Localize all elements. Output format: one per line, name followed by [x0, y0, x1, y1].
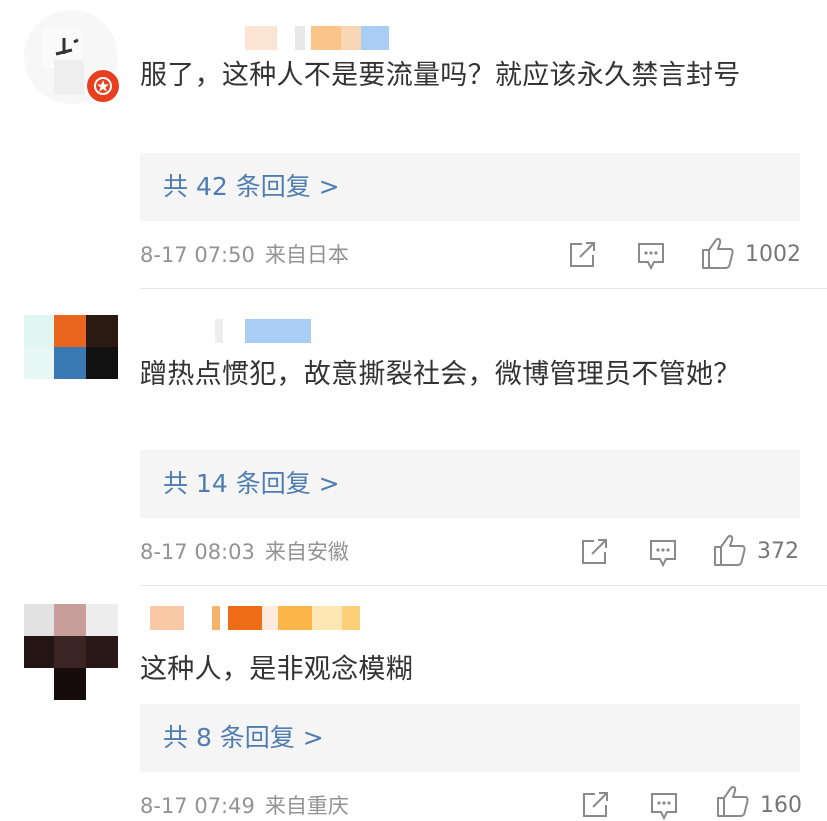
- timestamp: 8-17 07:50: [140, 243, 255, 267]
- reply-count-label: 共 42 条回复 >: [163, 172, 340, 201]
- verified-badge-icon: [85, 68, 121, 104]
- share-icon[interactable]: [580, 538, 610, 566]
- timestamp: 8-17 08:03: [140, 540, 255, 564]
- view-replies-button[interactable]: 共 14 条回复 >: [140, 450, 800, 518]
- location-label: 来自安徽: [264, 540, 349, 564]
- comment-text: 这种人，是非观念模糊: [140, 654, 413, 685]
- like-count: 160: [760, 793, 802, 818]
- comment-meta: 8-17 07:50 来自日本: [140, 240, 349, 270]
- reply-count-label: 共 14 条回复 >: [163, 469, 340, 498]
- avatar[interactable]: [24, 315, 118, 409]
- comment-icon[interactable]: [636, 241, 666, 271]
- comment-icon[interactable]: [649, 791, 679, 821]
- comment-text: 服了，这种人不是要流量吗？就应该永久禁言封号: [140, 60, 741, 91]
- thumbs-up-icon[interactable]: [713, 533, 747, 567]
- view-replies-button[interactable]: 共 42 条回复 >: [140, 153, 800, 221]
- comment-meta: 8-17 08:03 来自安徽: [140, 537, 349, 567]
- location-label: 来自重庆: [264, 794, 349, 818]
- comment-icon[interactable]: [648, 538, 678, 568]
- share-icon[interactable]: [581, 791, 611, 819]
- location-label: 来自日本: [264, 243, 349, 267]
- comment-item: 这种人，是非观念模糊 共 8 条回复 > 8-17 07:49 来自重庆 160: [0, 586, 827, 821]
- view-replies-button[interactable]: 共 8 条回复 >: [140, 704, 800, 772]
- comment-item: 服了，这种人不是要流量吗？就应该永久禁言封号 共 42 条回复 > 8-17 0…: [0, 0, 827, 290]
- like-count: 1002: [745, 242, 801, 267]
- comment-text: 蹭热点惯犯，故意撕裂社会，微博管理员不管她？: [140, 359, 741, 390]
- share-icon[interactable]: [568, 241, 598, 269]
- reply-count-label: 共 8 条回复 >: [163, 723, 324, 752]
- username[interactable]: [150, 606, 365, 630]
- comment-meta: 8-17 07:49 来自重庆: [140, 791, 349, 821]
- username[interactable]: [245, 26, 395, 50]
- comment-item: 蹭热点惯犯，故意撕裂社会，微博管理员不管她？ 共 14 条回复 > 8-17 0…: [0, 289, 827, 589]
- avatar[interactable]: [24, 604, 118, 700]
- timestamp: 8-17 07:49: [140, 794, 255, 818]
- like-count: 372: [757, 539, 799, 564]
- username[interactable]: [215, 319, 315, 343]
- thumbs-up-icon[interactable]: [701, 236, 735, 270]
- thumbs-up-icon[interactable]: [716, 784, 750, 818]
